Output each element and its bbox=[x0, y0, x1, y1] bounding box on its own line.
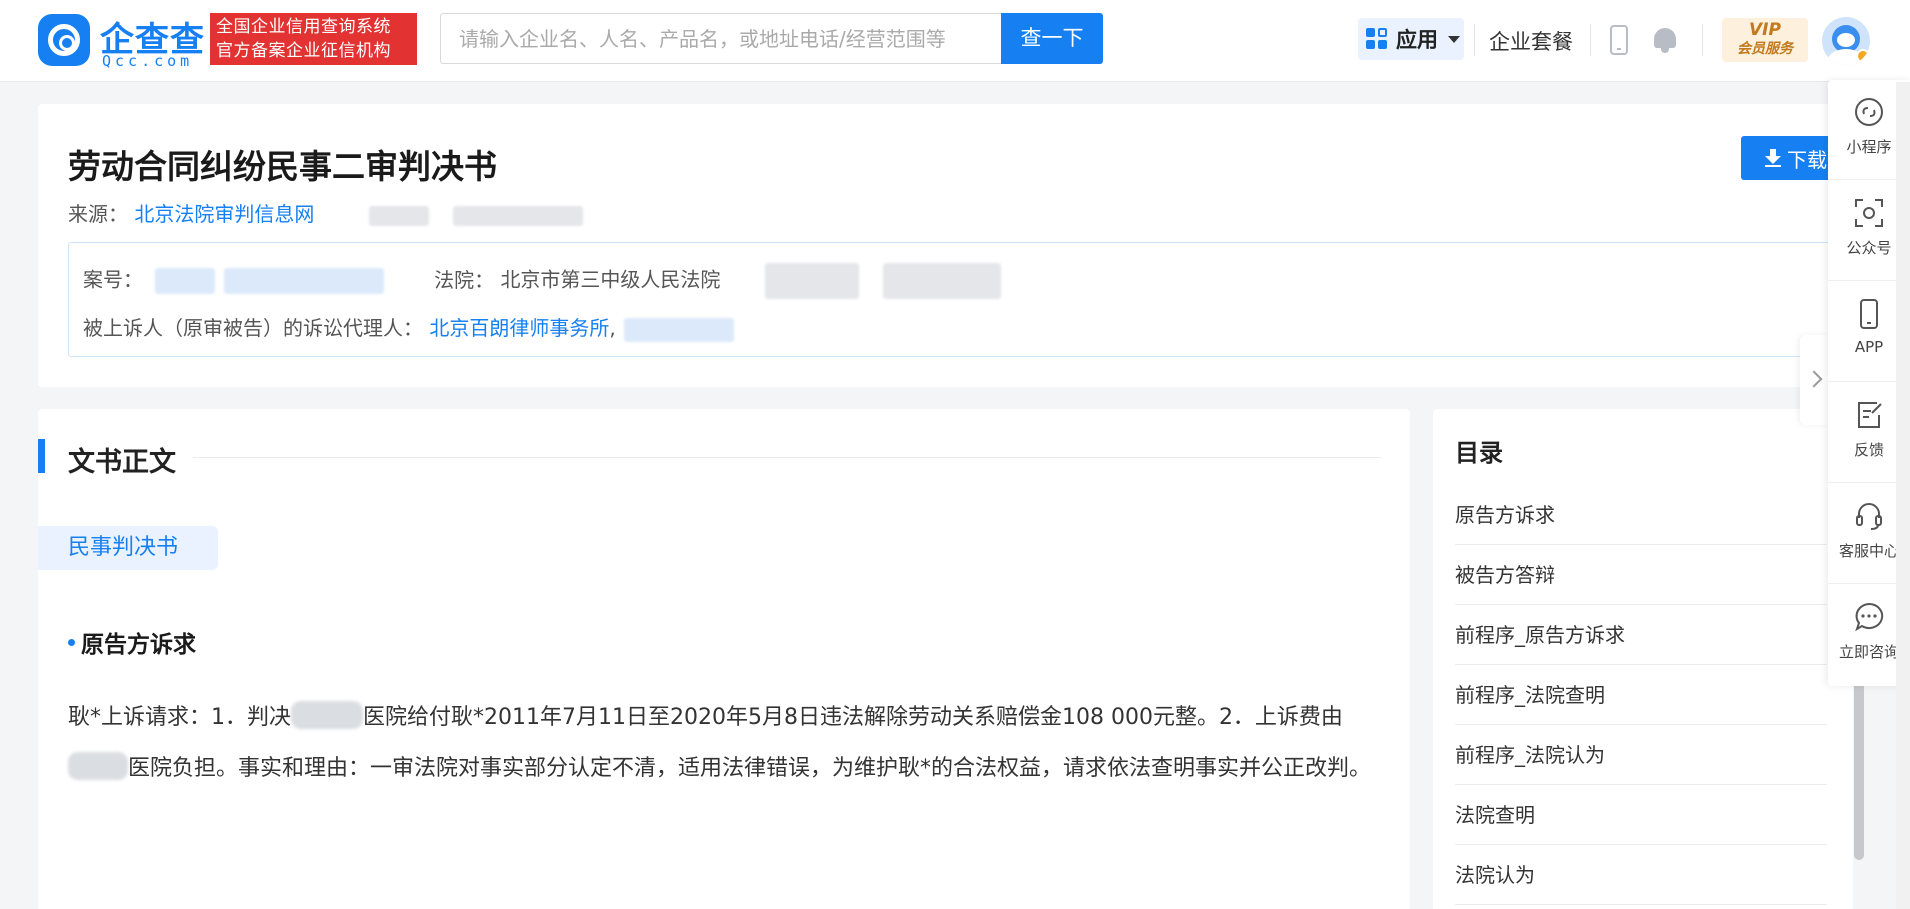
page-title: 劳动合同纠纷民事二审判决书 bbox=[68, 147, 497, 186]
case-number-label: 案号： bbox=[83, 267, 143, 292]
toc-scrollbar[interactable] bbox=[1854, 680, 1864, 860]
redacted-case-number bbox=[155, 268, 216, 294]
user-avatar[interactable] bbox=[1822, 17, 1870, 65]
chevron-down-icon bbox=[1448, 35, 1460, 43]
headset-icon bbox=[1856, 503, 1882, 530]
section-title: 文书正文 bbox=[68, 447, 176, 478]
divider bbox=[1702, 24, 1703, 56]
enterprise-packages-link[interactable]: 企业套餐 bbox=[1489, 26, 1573, 56]
logo-mark-icon bbox=[38, 14, 90, 66]
toc-item[interactable]: 法院查明 bbox=[1455, 785, 1827, 845]
vip-service-badge[interactable]: VIP 会员服务 bbox=[1722, 18, 1808, 62]
slogan-banner: 全国企业信用查询系统 官方备案企业征信机构 bbox=[210, 13, 417, 65]
toc-item[interactable]: 法院认为 bbox=[1455, 845, 1827, 905]
toc-item[interactable]: 前程序_原告方诉求 bbox=[1455, 605, 1827, 665]
agent-row: 被上诉人（原审被告）的诉讼代理人： 北京百朗律师事务所, bbox=[83, 312, 735, 342]
feedback-icon bbox=[1858, 402, 1882, 428]
document-type-tag: 民事判决书 bbox=[38, 526, 218, 570]
section-accent-bar bbox=[38, 439, 45, 473]
paragraph-text: 耿*上诉请求：1．判决 bbox=[68, 705, 291, 730]
chat-bubble-icon bbox=[1855, 602, 1884, 632]
search-button[interactable]: 查一下 bbox=[1001, 13, 1103, 64]
paragraph-text: 医院给付耿*2011年7月11日至2020年5月8日违法解除劳动关系赔偿金108… bbox=[363, 705, 1343, 730]
agent-separator: , bbox=[609, 316, 616, 340]
redacted-hospital-name bbox=[291, 701, 363, 729]
redacted-lawyer-name bbox=[624, 317, 735, 342]
apps-label: 应用 bbox=[1396, 28, 1438, 52]
slogan-line-2: 官方备案企业征信机构 bbox=[216, 41, 391, 61]
court-value: 北京市第三中级人民法院 bbox=[500, 267, 721, 292]
document-header-card: 劳动合同纠纷民事二审判决书 下载 来源： 北京法院审判信息网 案号： 法院： 北… bbox=[38, 104, 1872, 387]
vip-label: VIP bbox=[1749, 20, 1781, 40]
toc-title: 目录 bbox=[1455, 439, 1503, 467]
case-info-box: 案号： 法院： 北京市第三中级人民法院 被上诉人（原审被告）的诉讼代理人： 北京… bbox=[68, 242, 1858, 357]
toc-item[interactable]: 被告方答辩 bbox=[1455, 545, 1827, 605]
source-label: 来源： bbox=[68, 202, 128, 226]
redacted-judge bbox=[764, 263, 859, 299]
toc-item[interactable]: 原告方诉求 bbox=[1455, 485, 1827, 545]
table-of-contents: 目录 原告方诉求 被告方答辩 前程序_原告方诉求 前程序_法院查明 前程序_法院… bbox=[1433, 409, 1853, 909]
sub-heading: 原告方诉求 bbox=[68, 625, 196, 659]
search-input[interactable] bbox=[440, 13, 1002, 64]
qcc-logo[interactable]: 企查查 Qcc.com bbox=[38, 14, 210, 70]
case-row: 案号： 法院： 北京市第三中级人民法院 bbox=[83, 263, 1002, 299]
toc-item[interactable]: 前程序_法院认为 bbox=[1455, 725, 1827, 785]
divider bbox=[1590, 24, 1591, 56]
judgment-paragraph: 耿*上诉请求：1．判决 医院给付耿*2011年7月11日至2020年5月8日违法解… bbox=[68, 692, 1383, 794]
divider bbox=[1474, 24, 1475, 56]
logo-domain: Qcc.com bbox=[102, 52, 194, 70]
bullet-dot-icon bbox=[68, 639, 75, 646]
download-icon bbox=[1765, 149, 1781, 167]
mini-program-icon bbox=[1855, 98, 1883, 126]
collapse-panel-chevron-icon[interactable] bbox=[1800, 335, 1830, 425]
court-label: 法院： bbox=[434, 267, 495, 292]
vip-crown-icon bbox=[1856, 49, 1870, 63]
top-navigation-bar: 企查查 Qcc.com 全国企业信用查询系统 官方备案企业征信机构 查一下 应用… bbox=[0, 0, 1910, 82]
law-firm-link[interactable]: 北京百朗律师事务所 bbox=[429, 316, 609, 340]
mobile-phone-icon[interactable] bbox=[1610, 25, 1628, 55]
slogan-line-1: 全国企业信用查询系统 bbox=[216, 17, 391, 37]
notification-bell-icon[interactable] bbox=[1652, 26, 1678, 54]
apps-grid-icon bbox=[1366, 28, 1388, 50]
sub-heading-text: 原告方诉求 bbox=[81, 632, 196, 658]
paragraph-text: 医院负担。事实和理由：一审法院对事实部分认定不清，适用法律错误，为维护耿*的合法… bbox=[128, 756, 1372, 781]
source-row: 来源： 北京法院审判信息网 bbox=[68, 198, 584, 227]
redacted-case-number bbox=[223, 268, 384, 294]
page-scrollbar[interactable] bbox=[1896, 82, 1910, 909]
mobile-app-icon bbox=[1860, 299, 1878, 329]
redacted-date bbox=[883, 263, 1002, 299]
download-label: 下载 bbox=[1787, 147, 1827, 172]
official-account-icon bbox=[1855, 199, 1883, 227]
redacted-date bbox=[368, 205, 429, 226]
divider bbox=[193, 457, 1381, 458]
toc-item[interactable]: 前程序_法院查明 bbox=[1455, 665, 1827, 725]
agent-label: 被上诉人（原审被告）的诉讼代理人： bbox=[83, 316, 423, 340]
toc-list: 原告方诉求 被告方答辩 前程序_原告方诉求 前程序_法院查明 前程序_法院认为 … bbox=[1455, 485, 1827, 905]
apps-menu-button[interactable]: 应用 bbox=[1358, 18, 1464, 60]
redacted-info bbox=[453, 205, 584, 226]
vip-subtitle: 会员服务 bbox=[1737, 41, 1793, 57]
document-body-card: 文书正文 民事判决书 原告方诉求 耿*上诉请求：1．判决 医院给付耿*2011年7… bbox=[38, 409, 1410, 909]
source-link[interactable]: 北京法院审判信息网 bbox=[134, 202, 314, 226]
redacted-hospital-name bbox=[68, 752, 128, 780]
